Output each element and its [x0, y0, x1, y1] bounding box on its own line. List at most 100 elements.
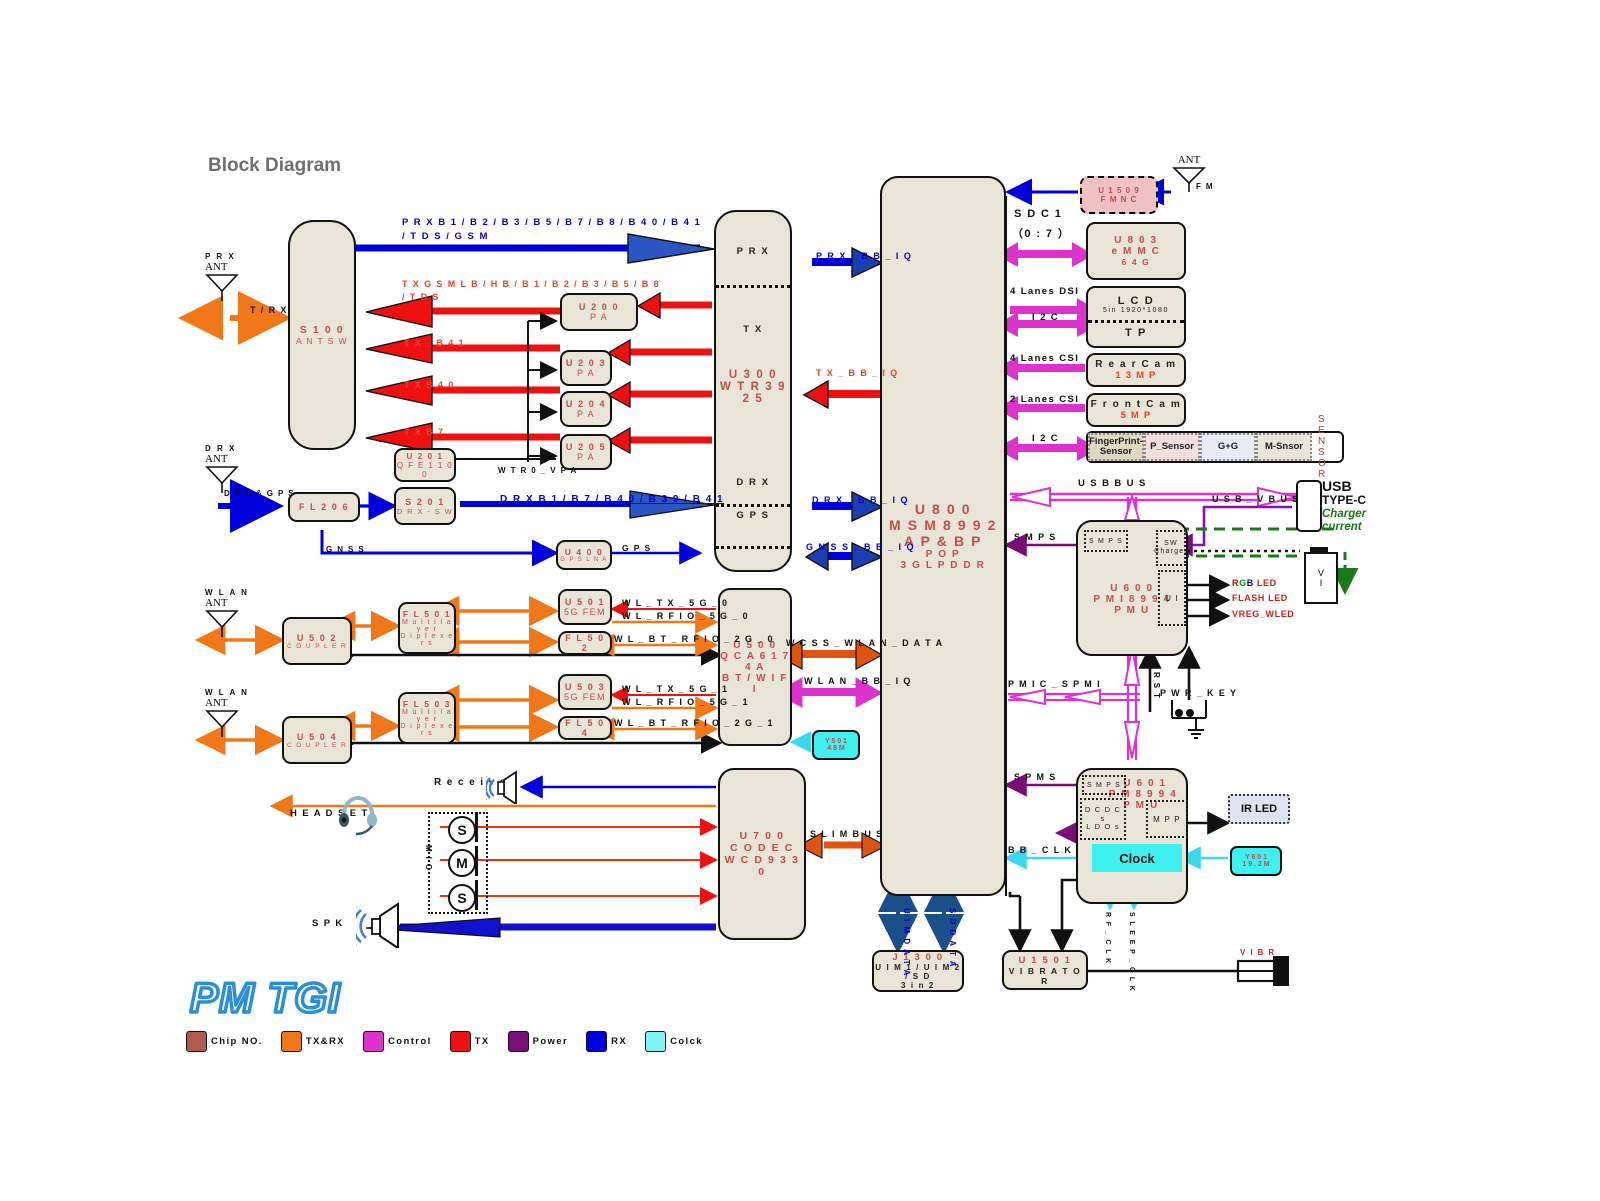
block-u200[interactable]: U 2 0 0 P A	[560, 293, 638, 331]
u600-ui: U I	[1158, 570, 1186, 626]
wlan2-antenna: W L A N ANT	[205, 688, 249, 742]
prx-antenna: P R X ANT	[205, 252, 239, 306]
label-tx-b41: T X _ B 4 1	[404, 338, 465, 348]
mic-2: M	[448, 849, 476, 877]
mic-3: S	[448, 884, 476, 912]
u601-mpp: M P P	[1146, 800, 1188, 838]
block-fl504[interactable]: F L 5 0 4	[558, 716, 612, 740]
logo-text: PM TGI	[190, 974, 341, 1021]
block-front-cam[interactable]: F r o n t C a m 5 M P	[1086, 393, 1186, 427]
label-rf-clk: R F _ C L K	[1104, 912, 1111, 965]
sensor-bar[interactable]: FingerPrint-Sensor P_Sensor G+G M-Snsor …	[1086, 414, 1344, 480]
label-wlan-bb-iq: W L A N _ B B _ I Q	[804, 676, 912, 686]
label-wl-tx-5g-1: W L _ T X _ 5 G _ 1	[622, 684, 729, 694]
block-u504[interactable]: U 5 0 4 C O U P L E R	[282, 716, 352, 764]
label-spms: S P M S	[1014, 772, 1057, 782]
u601-dcdc-ldo: D C D C s L D O s	[1080, 798, 1126, 840]
legend-label-txrx: TX&RX	[305, 1036, 346, 1047]
block-u400[interactable]: U 4 0 0 G P S L N A	[556, 540, 612, 570]
label-wcss-wlan-data: W C S S _ W L A N _ D A T A	[786, 638, 944, 648]
page-title: Block Diagram	[208, 155, 342, 176]
block-u503[interactable]: U 5 0 3 5G FEM	[558, 674, 612, 710]
label-prx-bb-iq: P R X _ B B _ I Q	[816, 251, 913, 261]
usb-type-c-label: USB TYPE-C Charger current	[1322, 478, 1367, 534]
block-u1501[interactable]: U 1 5 0 1 V I B R A T O R	[1002, 950, 1088, 990]
block-s100[interactable]: S 1 0 0 A N T S W	[288, 220, 356, 450]
block-fl502[interactable]: F L 5 0 2	[558, 631, 612, 655]
label-i2c-lcd: I 2 C	[1032, 312, 1060, 323]
block-u800[interactable]: U 8 0 0 M S M 8 9 9 2 A P & B P P O P 3 …	[880, 176, 1006, 896]
legend-label-control: Control	[388, 1036, 432, 1047]
block-fl206[interactable]: F L 2 0 6	[288, 492, 360, 522]
legend-label-clock: Colck	[670, 1036, 703, 1047]
label-spk: S P K	[312, 918, 344, 929]
block-fl503[interactable]: F L 5 0 3 M u l t i l a y e r D i p l e …	[398, 692, 456, 744]
watermark-logo: PM TGI	[188, 972, 341, 1023]
legend-item-6: Colck	[645, 1031, 703, 1052]
legend-swatch-control	[363, 1031, 385, 1052]
antenna-icon	[205, 710, 239, 737]
label-smps-u600: S M P S	[1014, 532, 1057, 542]
legend-label-power: Power	[532, 1036, 569, 1047]
label-pwr-key: P W R _ K E Y	[1160, 688, 1238, 698]
fm-label: F M	[1196, 182, 1214, 191]
label-tx-bb-iq: T X _ B B _ I Q	[816, 368, 899, 378]
u600-smps: S M P S	[1084, 530, 1128, 552]
legend-swatch-rx	[586, 1031, 608, 1052]
block-y601[interactable]: Y 6 0 1 1 9 . 2 M	[1230, 846, 1282, 876]
sensor-g-plus-g[interactable]: G+G	[1200, 433, 1256, 461]
block-u502[interactable]: U 5 0 2 C O U P L E R	[282, 617, 352, 665]
block-s201[interactable]: S 2 0 1 D R X - S W	[394, 487, 456, 525]
label-sd-data: S D D A T A	[948, 908, 957, 969]
sensor-fingerprint[interactable]: FingerPrint-Sensor	[1088, 433, 1144, 461]
block-u300[interactable]: P R X T X U 3 0 0 W T R 3 9 2 5 D R X G …	[714, 210, 792, 572]
label-i2c-sensor: I 2 C	[1032, 433, 1060, 444]
legend-item-5: RX	[586, 1031, 627, 1052]
rgb-led-label: RGB LED	[1232, 578, 1277, 588]
block-u205[interactable]: U 2 0 5 P A	[560, 434, 612, 470]
block-u203[interactable]: U 2 0 3 P A	[560, 350, 612, 386]
block-u201[interactable]: U 2 0 1 Q F E 1 1 0 0	[394, 448, 456, 482]
drx-gps-label: D R X & G P S	[224, 489, 295, 498]
label-uim-data: U I M D A T A	[902, 908, 911, 977]
battery-terminal	[1310, 547, 1328, 552]
block-u803[interactable]: U 8 0 3 e M M C 6 4 G	[1086, 222, 1186, 280]
legend-item-0: Chip NO.	[186, 1031, 263, 1052]
block-u1509[interactable]: U 1 5 0 9 F M N C	[1080, 176, 1158, 214]
sensor-p-sensor[interactable]: P_Sensor	[1144, 433, 1200, 461]
legend: Chip NO. TX&RX Control TX Power RX Colck	[186, 1031, 721, 1052]
label-sdc1-range: （0 : 7 ）	[1012, 228, 1071, 240]
block-ir-led[interactable]: IR LED	[1228, 794, 1290, 824]
block-fl501[interactable]: F L 5 0 1 M u l t i l a y e r D i p l e …	[398, 602, 456, 654]
usb-type-c-port[interactable]	[1296, 480, 1322, 532]
mic-1-bar	[475, 812, 478, 842]
wlan1-antenna: W L A N ANT	[205, 588, 249, 642]
sensor-m-sensor[interactable]: M-Snsor	[1256, 433, 1312, 461]
block-u204[interactable]: U 2 0 4 P A	[560, 391, 612, 427]
block-y501[interactable]: Y 5 0 1 4 8 M	[812, 730, 860, 760]
legend-swatch-clock	[645, 1031, 667, 1052]
label-slimbus: S L I M B U S	[810, 829, 884, 839]
label-mic: M I C	[424, 845, 433, 872]
trx-label: T / R X	[250, 305, 288, 315]
block-rear-cam[interactable]: R e a r C a m 1 3 M P	[1086, 353, 1186, 387]
legend-swatch-power	[507, 1031, 529, 1052]
block-diagram-canvas: Block Diagram P R X ANT T / R X D R X AN…	[0, 0, 1600, 1201]
legend-label-rx: RX	[611, 1036, 628, 1047]
block-lcd-tp[interactable]: L C D 5in 1920*1080 T P	[1086, 286, 1186, 348]
block-u501[interactable]: U 5 0 1 5G FEM	[558, 589, 612, 625]
mic-3-bar	[475, 880, 478, 910]
legend-swatch-chip-no	[186, 1031, 207, 1052]
flash-led-label: FLASH LED	[1232, 593, 1288, 603]
mic-1: S	[448, 816, 476, 844]
u600-sw-charger: SW Charger	[1154, 530, 1187, 566]
block-u700[interactable]: U 7 0 0 C O D E C W C D 9 3 3 0	[718, 768, 806, 940]
label-tx-b40: T X B 4 0	[404, 380, 455, 390]
sensor-group-label: S E N S O R	[1318, 414, 1328, 480]
u300-divider-3	[716, 546, 790, 549]
label-tx-gsm: T X G S M L B / H B / B 1 / B 2 / B 3 / …	[402, 279, 660, 289]
antenna-icon	[205, 610, 239, 637]
label-wl-bt-rfio-2g-0: W L _ B T _ R F I O _ 2 G _ 0	[614, 634, 774, 644]
legend-item-2: Control	[363, 1031, 432, 1052]
label-drx-bb-iq: D R X _ B B _ I Q	[812, 495, 910, 505]
